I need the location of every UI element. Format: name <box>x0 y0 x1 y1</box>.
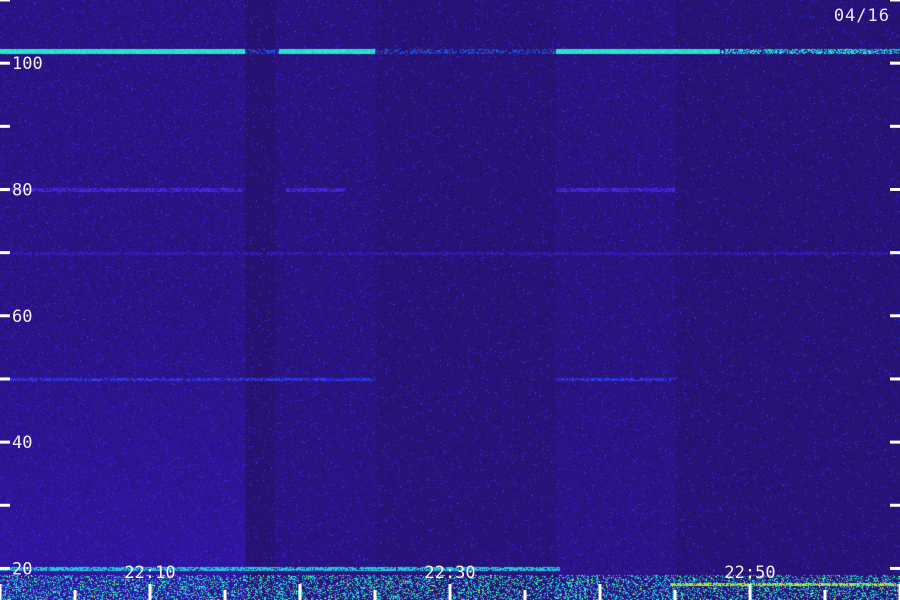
y-tick-label: 80 <box>12 180 32 200</box>
y-tick-label: 20 <box>12 559 32 579</box>
y-tick-label: 40 <box>12 433 32 453</box>
y-axis: 20 40 60 80 100 <box>0 0 900 579</box>
x-tick-label: 22:10 <box>124 563 175 583</box>
y-tick-label: 100 <box>12 54 43 74</box>
x-axis: 22:10 22:30 22:50 <box>0 563 900 600</box>
spectrogram-axes-overlay: 20 40 60 80 100 22:10 22:30 22:50 <box>0 0 900 600</box>
date-label: 04/16 <box>833 6 890 26</box>
x-tick-label: 22:30 <box>424 563 475 583</box>
y-tick-label: 60 <box>12 307 32 327</box>
x-tick-label: 22:50 <box>724 563 775 583</box>
